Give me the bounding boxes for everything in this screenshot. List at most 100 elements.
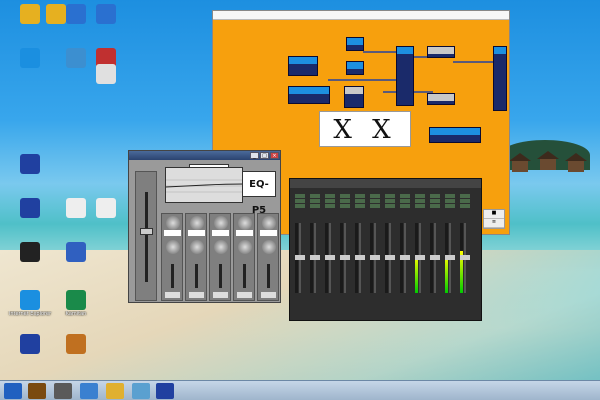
band-on-button[interactable] xyxy=(165,292,180,298)
module-block[interactable] xyxy=(427,93,455,105)
eq-band[interactable] xyxy=(185,213,207,301)
fader-cap[interactable] xyxy=(140,228,153,235)
band-fader[interactable] xyxy=(171,264,174,288)
freq-knob[interactable] xyxy=(190,240,204,254)
freq-knob[interactable] xyxy=(214,240,228,254)
fader-cap[interactable] xyxy=(445,254,455,260)
fader-cap[interactable] xyxy=(415,254,425,260)
module-block[interactable] xyxy=(346,61,364,75)
desktop-icon[interactable] xyxy=(48,242,104,263)
channel-buttons[interactable] xyxy=(384,194,396,208)
channel-buttons[interactable] xyxy=(324,194,336,208)
module-block[interactable] xyxy=(288,56,318,76)
close-button[interactable]: × xyxy=(270,152,279,159)
mixer-channel-strip[interactable] xyxy=(324,193,336,303)
mixer-channel-strip[interactable] xyxy=(354,193,366,303)
settings-button[interactable]: ≡ xyxy=(484,219,504,228)
folder-app-icon[interactable] xyxy=(106,383,124,399)
gain-knob[interactable] xyxy=(214,216,228,230)
channel-buttons[interactable] xyxy=(459,194,471,208)
band-fader[interactable] xyxy=(267,264,270,288)
mixer-channel-strip[interactable] xyxy=(414,193,426,303)
xcode-app-icon[interactable] xyxy=(156,383,174,399)
band-on-button[interactable] xyxy=(261,292,276,298)
band-on-button[interactable] xyxy=(213,292,228,298)
module-block[interactable] xyxy=(493,46,507,111)
fader-cap[interactable] xyxy=(430,254,440,260)
eq-band[interactable] xyxy=(257,213,279,301)
mixer-channel-strip[interactable] xyxy=(399,193,411,303)
desktop-icon[interactable] xyxy=(78,198,134,219)
gain-knob[interactable] xyxy=(262,216,276,230)
maximize-button[interactable]: □ xyxy=(260,152,269,159)
channel-buttons[interactable] xyxy=(294,194,306,208)
mixer-channel-strip[interactable] xyxy=(339,193,351,303)
band-on-button[interactable] xyxy=(189,292,204,298)
gain-knob[interactable] xyxy=(190,216,204,230)
mixer-channel-strip[interactable] xyxy=(429,193,441,303)
freq-knob[interactable] xyxy=(262,240,276,254)
fader-cap[interactable] xyxy=(370,254,380,260)
prof-app-icon[interactable] xyxy=(28,383,46,399)
start-button-icon[interactable] xyxy=(4,383,22,399)
minimize-button[interactable]: _ xyxy=(250,152,259,159)
app-icon[interactable] xyxy=(132,383,150,399)
channel-buttons[interactable] xyxy=(354,194,366,208)
eq-window[interactable]: _ □ × EQ-P5 xyxy=(128,150,281,303)
channel-buttons[interactable] xyxy=(429,194,441,208)
fader-cap[interactable] xyxy=(460,254,470,260)
fader-cap[interactable] xyxy=(325,254,335,260)
eq-band[interactable] xyxy=(233,213,255,301)
band-fader[interactable] xyxy=(243,264,246,288)
side-control-panel[interactable]: ■ ≡ xyxy=(483,209,505,229)
desktop-icon[interactable] xyxy=(48,334,104,355)
eq-window-titlebar[interactable]: _ □ × xyxy=(129,151,280,160)
fader-cap[interactable] xyxy=(295,254,305,260)
channel-buttons[interactable] xyxy=(414,194,426,208)
fader-cap[interactable] xyxy=(400,254,410,260)
module-block[interactable] xyxy=(427,46,455,58)
media-app-icon[interactable] xyxy=(54,383,72,399)
band-fader[interactable] xyxy=(219,264,222,288)
channel-buttons[interactable] xyxy=(309,194,321,208)
eq-band[interactable] xyxy=(209,213,231,301)
mixer-channel-strip[interactable] xyxy=(309,193,321,303)
mixer-channel-strip[interactable] xyxy=(459,193,471,303)
module-block[interactable] xyxy=(429,127,481,143)
channel-buttons[interactable] xyxy=(444,194,456,208)
mixer-window[interactable] xyxy=(289,178,482,321)
desktop-icon[interactable] xyxy=(2,154,58,175)
band-on-button[interactable] xyxy=(237,292,252,298)
gain-knob[interactable] xyxy=(238,216,252,230)
channel-buttons[interactable] xyxy=(399,194,411,208)
module-block[interactable] xyxy=(396,46,414,106)
mixer-channel-strip[interactable] xyxy=(444,193,456,303)
channel-buttons[interactable] xyxy=(369,194,381,208)
mixer-window-titlebar[interactable] xyxy=(290,179,481,188)
eq-master-fader[interactable] xyxy=(135,171,157,301)
mixer-channel-strip[interactable] xyxy=(369,193,381,303)
mixer-channel-strip[interactable] xyxy=(384,193,396,303)
fader-cap[interactable] xyxy=(385,254,395,260)
fader-cap[interactable] xyxy=(355,254,365,260)
desktop-icon[interactable] xyxy=(78,4,134,25)
fader-cap[interactable] xyxy=(310,254,320,260)
freq-knob[interactable] xyxy=(238,240,252,254)
clock[interactable] xyxy=(568,385,594,397)
routing-window-titlebar[interactable] xyxy=(213,11,509,20)
eq-band[interactable] xyxy=(161,213,183,301)
explorer-app-icon[interactable] xyxy=(80,383,98,399)
module-block[interactable] xyxy=(288,86,330,104)
fader-cap[interactable] xyxy=(340,254,350,260)
desktop-icon[interactable]: Kamitan xyxy=(48,290,104,317)
freq-knob[interactable] xyxy=(166,240,180,254)
module-block[interactable] xyxy=(346,37,364,51)
band-fader[interactable] xyxy=(195,264,198,288)
mixer-channel-strip[interactable] xyxy=(294,193,306,303)
taskbar xyxy=(0,380,600,400)
module-block[interactable] xyxy=(344,86,364,108)
gain-knob[interactable] xyxy=(166,216,180,230)
save-button[interactable]: ■ xyxy=(484,210,504,219)
desktop-icon[interactable] xyxy=(78,64,134,85)
channel-buttons[interactable] xyxy=(339,194,351,208)
